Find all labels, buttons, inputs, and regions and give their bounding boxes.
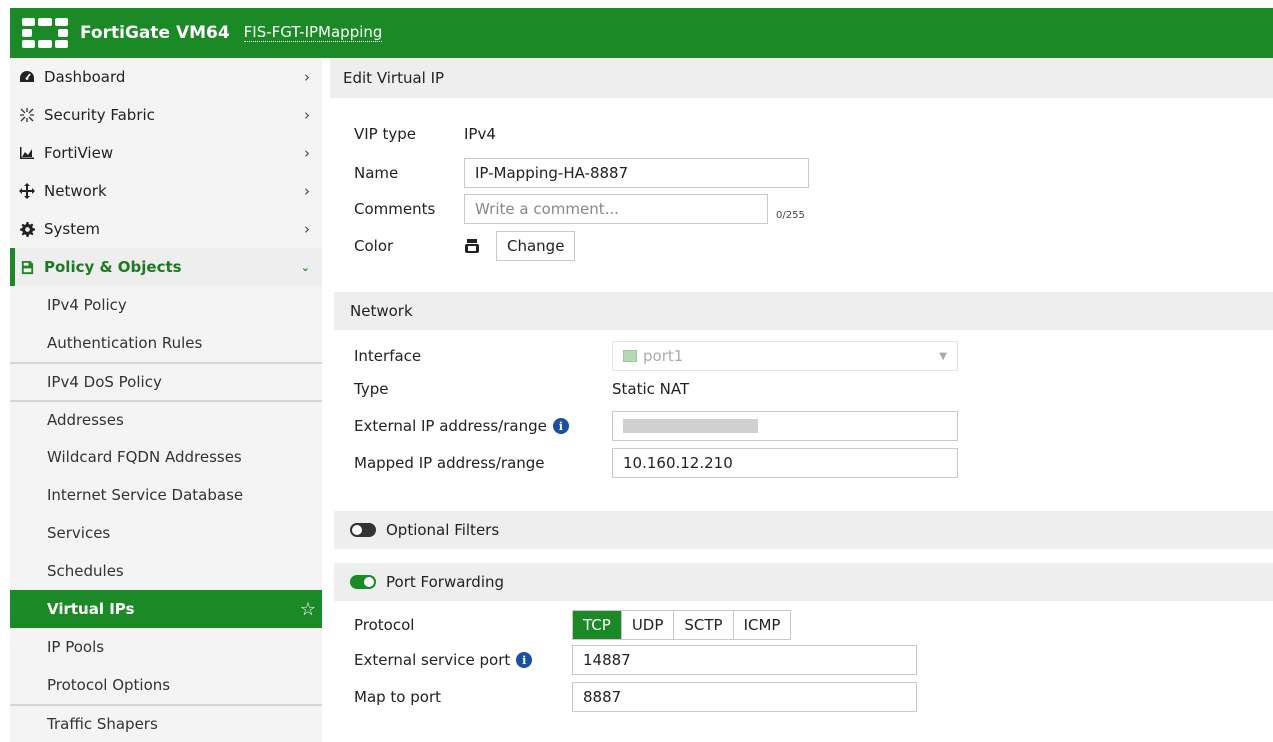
map-port-input[interactable]: 8887	[572, 682, 917, 712]
network-section-header: Network	[334, 292, 1273, 330]
sidebar-item-system[interactable]: System ›	[10, 210, 322, 248]
external-port-label-text: External service port	[354, 651, 511, 669]
sidebar-subitem-wildcard-fqdn[interactable]: Wildcard FQDN Addresses	[10, 438, 322, 476]
interface-value: port1	[643, 347, 684, 365]
sidebar-subitem-addresses[interactable]: Addresses	[10, 400, 322, 438]
chevron-down-icon: ⌄	[300, 260, 310, 274]
comments-textarea[interactable]: Write a comment...	[464, 194, 768, 224]
mapped-ip-label: Mapped IP address/range	[354, 454, 545, 472]
network-icon	[18, 182, 36, 200]
comments-char-count: 0/255	[776, 209, 805, 221]
page-title: Edit Virtual IP	[330, 58, 1273, 98]
optional-filters-toggle[interactable]	[350, 523, 376, 537]
chevron-right-icon: ›	[304, 182, 310, 200]
fortiview-icon	[18, 144, 36, 162]
sidebar-subitem-traffic-shapers[interactable]: Traffic Shapers	[10, 704, 322, 742]
optional-filters-header[interactable]: Optional Filters	[334, 511, 1273, 549]
chevron-right-icon: ›	[304, 68, 310, 86]
vip-type-label: VIP type	[354, 125, 417, 143]
vip-type-value: IPv4	[464, 125, 496, 143]
sidebar-item-label: Virtual IPs	[47, 600, 135, 618]
chevron-right-icon: ›	[304, 220, 310, 238]
chevron-right-icon: ›	[304, 106, 310, 124]
sidebar-subitem-ipv4-dos-policy[interactable]: IPv4 DoS Policy	[10, 362, 322, 400]
interface-label: Interface	[354, 347, 422, 365]
change-color-button[interactable]: Change	[496, 231, 576, 261]
external-ip-input[interactable]	[612, 411, 958, 441]
hostname-link[interactable]: FIS-FGT-IPMapping	[243, 24, 383, 42]
sidebar: Dashboard › Security Fabric › FortiView …	[10, 58, 322, 742]
comments-label: Comments	[354, 200, 436, 218]
mapped-ip-input[interactable]: 10.160.12.210	[612, 448, 958, 478]
color-label: Color	[354, 237, 394, 255]
redacted-ip-bar	[623, 419, 758, 433]
sidebar-subitem-ipv4-policy[interactable]: IPv4 Policy	[10, 286, 322, 324]
external-ip-label-text: External IP address/range	[354, 417, 547, 435]
dropdown-arrow-icon: ▼	[939, 350, 947, 362]
protocol-udp-button[interactable]: UDP	[622, 611, 675, 639]
sidebar-item-dashboard[interactable]: Dashboard ›	[10, 58, 322, 96]
protocol-selector[interactable]: TCP UDP SCTP ICMP	[572, 610, 792, 640]
info-icon[interactable]: i	[552, 418, 569, 434]
sidebar-item-policy-objects[interactable]: Policy & Objects ⌄	[10, 248, 322, 286]
interface-select[interactable]: port1 ▼	[612, 341, 958, 371]
product-name: FortiGate VM64	[80, 23, 230, 43]
port-forwarding-header[interactable]: Port Forwarding	[334, 563, 1273, 601]
port-forwarding-label: Port Forwarding	[386, 573, 505, 591]
sidebar-subitem-internet-service-db[interactable]: Internet Service Database	[10, 476, 322, 514]
main-panel: Edit Virtual IP VIP type IPv4 Name IP-Ma…	[330, 58, 1273, 742]
port-forwarding-toggle[interactable]	[350, 575, 376, 589]
sidebar-item-label: System	[44, 220, 100, 238]
sidebar-subitem-protocol-options[interactable]: Protocol Options	[10, 666, 322, 704]
external-port-label: External service port i	[354, 651, 572, 669]
sidebar-item-label: Dashboard	[44, 68, 126, 86]
external-ip-label: External IP address/range i	[354, 417, 612, 435]
star-icon[interactable]: ☆	[300, 599, 316, 620]
protocol-label: Protocol	[354, 616, 415, 634]
sidebar-subitem-schedules[interactable]: Schedules	[10, 552, 322, 590]
sidebar-item-label: Policy & Objects	[44, 258, 182, 276]
security-fabric-icon	[18, 106, 36, 124]
name-label: Name	[354, 164, 399, 182]
sidebar-item-security-fabric[interactable]: Security Fabric ›	[10, 96, 322, 134]
chevron-right-icon: ›	[304, 144, 310, 162]
map-port-label: Map to port	[354, 688, 441, 706]
header-banner: FortiGate VM64 FIS-FGT-IPMapping	[10, 8, 1273, 58]
sidebar-subitem-authentication-rules[interactable]: Authentication Rules	[10, 324, 322, 362]
sidebar-subitem-virtual-ips[interactable]: Virtual IPs ☆	[10, 590, 322, 628]
info-icon[interactable]: i	[516, 652, 533, 668]
protocol-tcp-button[interactable]: TCP	[573, 611, 622, 639]
protocol-sctp-button[interactable]: SCTP	[674, 611, 734, 639]
top-bar: FortiGate VM64 FIS-FGT-IPMapping	[0, 0, 1273, 58]
type-value: Static NAT	[612, 380, 690, 398]
external-port-input[interactable]: 14887	[572, 645, 917, 675]
sidebar-item-label: FortiView	[44, 144, 114, 162]
policy-icon	[18, 258, 36, 276]
type-label: Type	[354, 380, 389, 398]
sidebar-item-network[interactable]: Network ›	[10, 172, 322, 210]
gear-icon	[18, 220, 36, 238]
sidebar-item-label: Network	[44, 182, 107, 200]
protocol-icmp-button[interactable]: ICMP	[734, 611, 791, 639]
sidebar-subitem-ip-pools[interactable]: IP Pools	[10, 628, 322, 666]
name-input[interactable]: IP-Mapping-HA-8887	[464, 158, 809, 188]
dashboard-icon	[18, 68, 36, 86]
port-icon	[623, 350, 637, 362]
optional-filters-label: Optional Filters	[386, 521, 500, 539]
sidebar-subitem-services[interactable]: Services	[10, 514, 322, 552]
sidebar-item-label: Security Fabric	[44, 106, 155, 124]
fortinet-logo-icon[interactable]	[22, 18, 68, 48]
sidebar-item-fortiview[interactable]: FortiView ›	[10, 134, 322, 172]
color-swatch-icon	[464, 238, 484, 254]
